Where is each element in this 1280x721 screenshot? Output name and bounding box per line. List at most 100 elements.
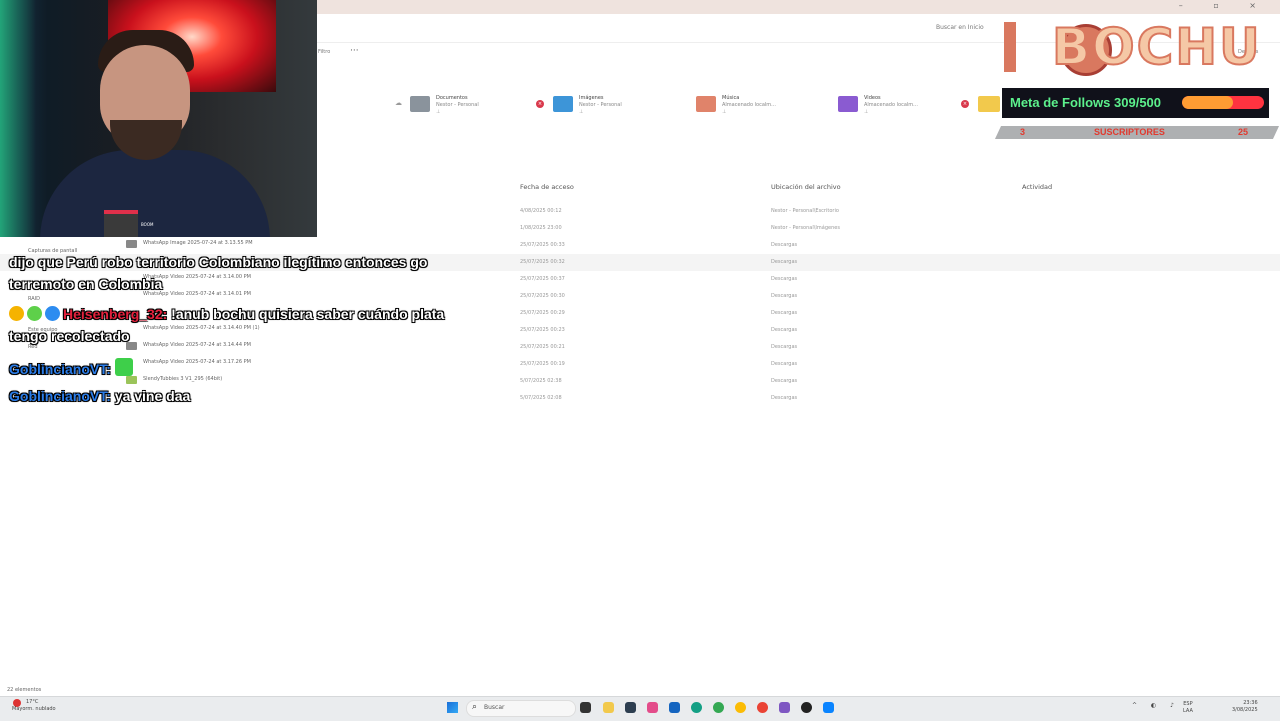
app-icon[interactable]	[801, 702, 812, 713]
quick-access-title: Música	[722, 95, 740, 101]
follow-goal-label: Meta de Follows 309/500	[1010, 95, 1162, 110]
chat-message: dijo que Perú robo territorio Colombiano…	[9, 254, 427, 270]
chat-username: GoblincianoVT:	[9, 388, 111, 404]
chat-message: GoblincianoVT: ya vine daa	[9, 388, 190, 404]
chrome-icon[interactable]	[757, 702, 768, 713]
file-location: Descargas	[771, 395, 798, 401]
chat-text: ya vine daa	[114, 388, 191, 404]
lang-bottom: LAA	[1183, 708, 1193, 714]
subscriber-label: SUSCRIPTORES	[1094, 127, 1165, 137]
pin-icon: ⊥	[579, 109, 584, 115]
file-location: Nestor - Personal\Escritorio	[771, 208, 839, 214]
channel-logo: BOCHU	[1004, 17, 1262, 77]
window-controls[interactable]: – ▫ ×	[1179, 1, 1270, 10]
language-indicator[interactable]: ESP LAA	[1183, 701, 1193, 715]
badge-icon	[9, 306, 24, 321]
file-location: Descargas	[771, 344, 798, 350]
file-name: WhatsApp Video 2025-07-24 at 3.14.44 PM	[143, 342, 251, 348]
table-row[interactable]: WhatsApp Video 2025-07-24 at 3.17.26 PM …	[0, 356, 1280, 373]
chrome-icon[interactable]	[735, 702, 746, 713]
outlook-icon[interactable]	[669, 702, 680, 713]
more-options-button[interactable]: ···	[350, 46, 359, 56]
quick-access-title: Documentos	[436, 95, 468, 101]
system-tray[interactable]: ^ ◐ ♪	[1132, 702, 1180, 709]
chat-message: Heisenberg_32: !anub bochu quisiera sabe…	[9, 306, 444, 322]
subscriber-target: 25	[1238, 127, 1249, 137]
filter-button[interactable]: Filtro	[318, 49, 330, 55]
access-date: 25/07/2025 00:23	[520, 327, 565, 333]
lang-top: ESP	[1183, 701, 1193, 707]
mic-label: BOOM	[141, 222, 154, 227]
file-location: Descargas	[771, 259, 798, 265]
chat-text: !anub bochu quisiera saber cuándo plata	[171, 306, 445, 322]
pin-icon: ⊥	[864, 109, 869, 115]
access-date: 5/07/2025 02:08	[520, 395, 562, 401]
app-icon[interactable]	[823, 702, 834, 713]
sidebar-item-network[interactable]: Red	[28, 344, 38, 350]
weather-desc: Mayorm. nublado	[12, 706, 56, 712]
folder-icon[interactable]	[978, 96, 1000, 112]
table-row[interactable]: WhatsApp Video 2025-07-24 at 3.14.44 PM …	[0, 339, 1280, 356]
file-location: Descargas	[771, 361, 798, 367]
access-date: 25/07/2025 00:21	[520, 344, 565, 350]
search-input[interactable]: Buscar en Inicio	[936, 24, 984, 31]
music-folder-icon	[696, 96, 716, 112]
column-header-access-date[interactable]: Fecha de acceso	[520, 183, 574, 191]
clock-date: 3/08/2025	[1232, 707, 1258, 713]
file-location: Descargas	[771, 327, 798, 333]
image-file-icon	[126, 240, 137, 248]
clock-time: 23:36	[1243, 700, 1258, 706]
follow-goal-fill	[1182, 96, 1233, 109]
weather-widget[interactable]: 17°C Mayorm. nublado	[12, 699, 56, 713]
microphone	[104, 210, 138, 237]
gem-icon	[27, 306, 42, 321]
quick-access-subtitle: Nestor - Personal	[579, 102, 622, 108]
table-row[interactable]: WhatsApp Video 2025-07-24 at 3.14.01 PM …	[0, 288, 1280, 305]
file-location: Descargas	[771, 276, 798, 282]
task-view-icon[interactable]	[580, 702, 591, 713]
subscriber-goal-bar: 3 SUSCRIPTORES 25	[994, 126, 1280, 139]
chat-username: Heisenberg_32:	[63, 306, 168, 322]
edge-icon[interactable]	[691, 702, 702, 713]
app-icon[interactable]	[625, 702, 636, 713]
search-icon: ⌕	[472, 702, 478, 712]
images-folder-icon	[553, 96, 573, 112]
access-date: 5/07/2025 02:38	[520, 378, 562, 384]
file-explorer-icon[interactable]	[603, 702, 614, 713]
subscriber-current: 3	[1020, 127, 1026, 137]
column-header-activity[interactable]: Actividad	[1022, 183, 1052, 191]
app-icon[interactable]	[647, 702, 658, 713]
sidebar-item-raid[interactable]: RAID	[28, 296, 40, 302]
quick-access-subtitle: Almacenado localm...	[864, 102, 918, 108]
cube-icon	[45, 306, 60, 321]
table-row[interactable]: 5/07/2025 02:08 Descargas	[0, 390, 1280, 407]
follow-goal-widget: Meta de Follows 309/500	[1001, 87, 1270, 119]
sync-error-icon: ×	[961, 100, 969, 108]
chat-text: terremoto en Colombia	[9, 276, 163, 292]
file-location: Descargas	[771, 378, 798, 384]
chat-message: GoblincianoVT:	[9, 358, 136, 377]
app-icon[interactable]	[779, 702, 790, 713]
app-file-icon	[126, 376, 137, 384]
table-row[interactable]: WhatsApp Video 2025-07-24 at 3.14.00 PM …	[0, 271, 1280, 288]
start-button[interactable]	[447, 702, 458, 713]
access-date: 25/07/2025 00:32	[520, 259, 565, 265]
file-location: Descargas	[771, 242, 798, 248]
column-header-location[interactable]: Ubicación del archivo	[771, 183, 841, 191]
table-row[interactable]: WhatsApp Image 2025-07-24 at 3.13.55 PM …	[0, 237, 1280, 254]
access-date: 25/07/2025 00:30	[520, 293, 565, 299]
access-date: 25/07/2025 00:37	[520, 276, 565, 282]
emote-icon	[114, 358, 133, 376]
pin-icon: ⊥	[722, 109, 727, 115]
table-row[interactable]: SlendyTubbies 3 V1_295 (64bit) 5/07/2025…	[0, 373, 1280, 390]
documents-folder-icon	[410, 96, 430, 112]
file-location: Descargas	[771, 310, 798, 316]
file-location: Descargas	[771, 293, 798, 299]
taskbar-search[interactable]: ⌕ Buscar	[466, 700, 576, 717]
chat-text: dijo que Perú robo territorio Colombiano…	[9, 254, 428, 270]
quick-access-subtitle: Nestor - Personal	[436, 102, 479, 108]
clock[interactable]: 23:36 3/08/2025	[1232, 700, 1258, 714]
chrome-icon[interactable]	[713, 702, 724, 713]
access-date: 4/08/2025 00:12	[520, 208, 562, 214]
table-row[interactable]: WhatsApp Video 2025-07-24 at 3.14.40 PM …	[0, 322, 1280, 339]
